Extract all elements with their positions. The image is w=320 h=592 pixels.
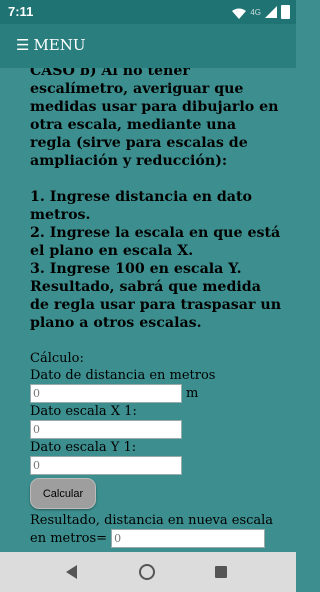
menu-label: MENU xyxy=(33,36,86,54)
instructions-step-3: 3. Ingrese 100 en escala Y. Resultado, s… xyxy=(30,261,282,331)
status-bar: 7:11 4G xyxy=(0,0,296,24)
menu-button[interactable]: ☰ MENU xyxy=(16,36,86,54)
instructions-step-1: 1. Ingrese distancia en dato metros. xyxy=(30,189,253,223)
status-icons: 4G xyxy=(232,5,290,19)
calculate-button[interactable]: Calcular xyxy=(30,478,96,509)
network-label: 4G xyxy=(250,7,261,17)
scale-x-label: Dato escala X 1: xyxy=(30,404,137,419)
scale-y-label: Dato escala Y 1: xyxy=(30,440,137,455)
battery-icon xyxy=(281,5,290,19)
result-row: en metros= xyxy=(30,529,280,548)
instructions-steps: 1. Ingrese distancia en dato metros. 2. … xyxy=(30,188,282,332)
scroll-content[interactable]: CASO b) Al no tener escalímetro, averigu… xyxy=(0,68,296,552)
instructions-step-2: 2. Ingrese la escala en que está el plan… xyxy=(30,225,281,259)
back-icon[interactable] xyxy=(66,565,77,579)
system-nav-bar xyxy=(0,552,296,592)
signal-icon xyxy=(265,6,277,18)
instructions: CASO b) Al no tener escalímetro, averigu… xyxy=(30,68,282,332)
scale-x-input[interactable] xyxy=(30,420,182,439)
calc-form: Cálculo: Dato de distancia en metros m D… xyxy=(30,350,280,552)
hamburger-icon: ☰ xyxy=(16,36,30,54)
result-input[interactable] xyxy=(111,529,266,548)
recents-icon[interactable] xyxy=(215,566,227,578)
result-label-line1: Resultado, distancia en nueva escala xyxy=(30,513,274,528)
instructions-intro: CASO b) Al no tener escalímetro, averigu… xyxy=(30,68,279,169)
status-time: 7:11 xyxy=(8,4,34,19)
home-icon[interactable] xyxy=(139,564,155,580)
distance-label: Dato de distancia en metros xyxy=(30,368,216,383)
distance-unit: m xyxy=(186,386,199,401)
result-label-line2: en metros= xyxy=(30,531,108,546)
scale-y-input[interactable] xyxy=(30,456,182,475)
distance-input[interactable] xyxy=(30,384,182,403)
distance-row: m xyxy=(30,384,280,403)
app-bar: ☰ MENU xyxy=(0,24,296,68)
wifi-icon xyxy=(232,7,247,19)
calc-heading: Cálculo: xyxy=(30,351,84,366)
